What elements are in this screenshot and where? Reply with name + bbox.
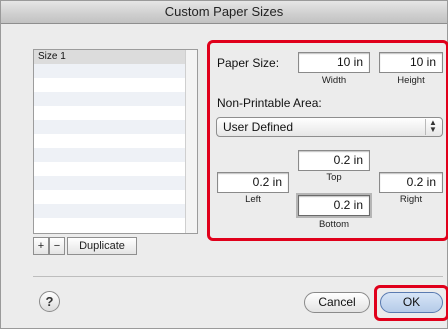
top-caption: Top bbox=[326, 172, 342, 183]
non-printable-area-selected: User Defined bbox=[223, 120, 294, 134]
non-printable-area-popup[interactable]: User Defined ▲ ▼ bbox=[216, 117, 443, 137]
list-scrollbar[interactable] bbox=[185, 50, 197, 233]
width-caption: Width bbox=[321, 75, 347, 86]
ok-button[interactable]: OK bbox=[380, 292, 443, 313]
list-item[interactable] bbox=[34, 204, 185, 218]
list-item[interactable] bbox=[34, 218, 185, 232]
list-item[interactable] bbox=[34, 106, 185, 120]
up-down-arrows-icon: ▲ ▼ bbox=[425, 119, 440, 135]
list-item[interactable] bbox=[34, 78, 185, 92]
list-item[interactable] bbox=[34, 190, 185, 204]
help-button[interactable]: ? bbox=[39, 291, 60, 312]
custom-paper-sizes-dialog: Custom Paper Sizes Size 1 + − Duplicate … bbox=[0, 0, 448, 329]
non-printable-area-label: Non-Printable Area: bbox=[217, 96, 322, 110]
list-item[interactable]: Size 1 bbox=[34, 50, 185, 64]
list-item[interactable] bbox=[34, 92, 185, 106]
left-margin-field[interactable]: 0.2 in bbox=[217, 172, 289, 193]
remove-size-button[interactable]: − bbox=[49, 237, 65, 255]
bottom-margin-field[interactable]: 0.2 in bbox=[298, 195, 370, 216]
paper-width-field[interactable]: 10 in bbox=[298, 52, 370, 73]
list-item[interactable] bbox=[34, 120, 185, 134]
add-size-button[interactable]: + bbox=[33, 237, 49, 255]
list-item[interactable] bbox=[34, 134, 185, 148]
paper-size-label: Paper Size: bbox=[217, 56, 280, 70]
list-item[interactable] bbox=[34, 162, 185, 176]
paper-size-list[interactable]: Size 1 bbox=[33, 49, 198, 234]
footer-divider bbox=[33, 276, 443, 277]
left-caption: Left bbox=[245, 194, 261, 205]
right-caption: Right bbox=[399, 194, 423, 205]
list-item[interactable] bbox=[34, 148, 185, 162]
list-item[interactable] bbox=[34, 176, 185, 190]
cancel-button[interactable]: Cancel bbox=[304, 292, 370, 313]
paper-size-list-rows: Size 1 bbox=[34, 50, 185, 233]
right-margin-field[interactable]: 0.2 in bbox=[379, 172, 443, 193]
paper-height-field[interactable]: 10 in bbox=[379, 52, 443, 73]
list-item[interactable] bbox=[34, 64, 185, 78]
window-title: Custom Paper Sizes bbox=[1, 1, 447, 24]
height-caption: Height bbox=[397, 75, 425, 86]
bottom-caption: Bottom bbox=[318, 219, 350, 230]
top-margin-field[interactable]: 0.2 in bbox=[298, 150, 370, 171]
duplicate-button[interactable]: Duplicate bbox=[67, 237, 137, 255]
